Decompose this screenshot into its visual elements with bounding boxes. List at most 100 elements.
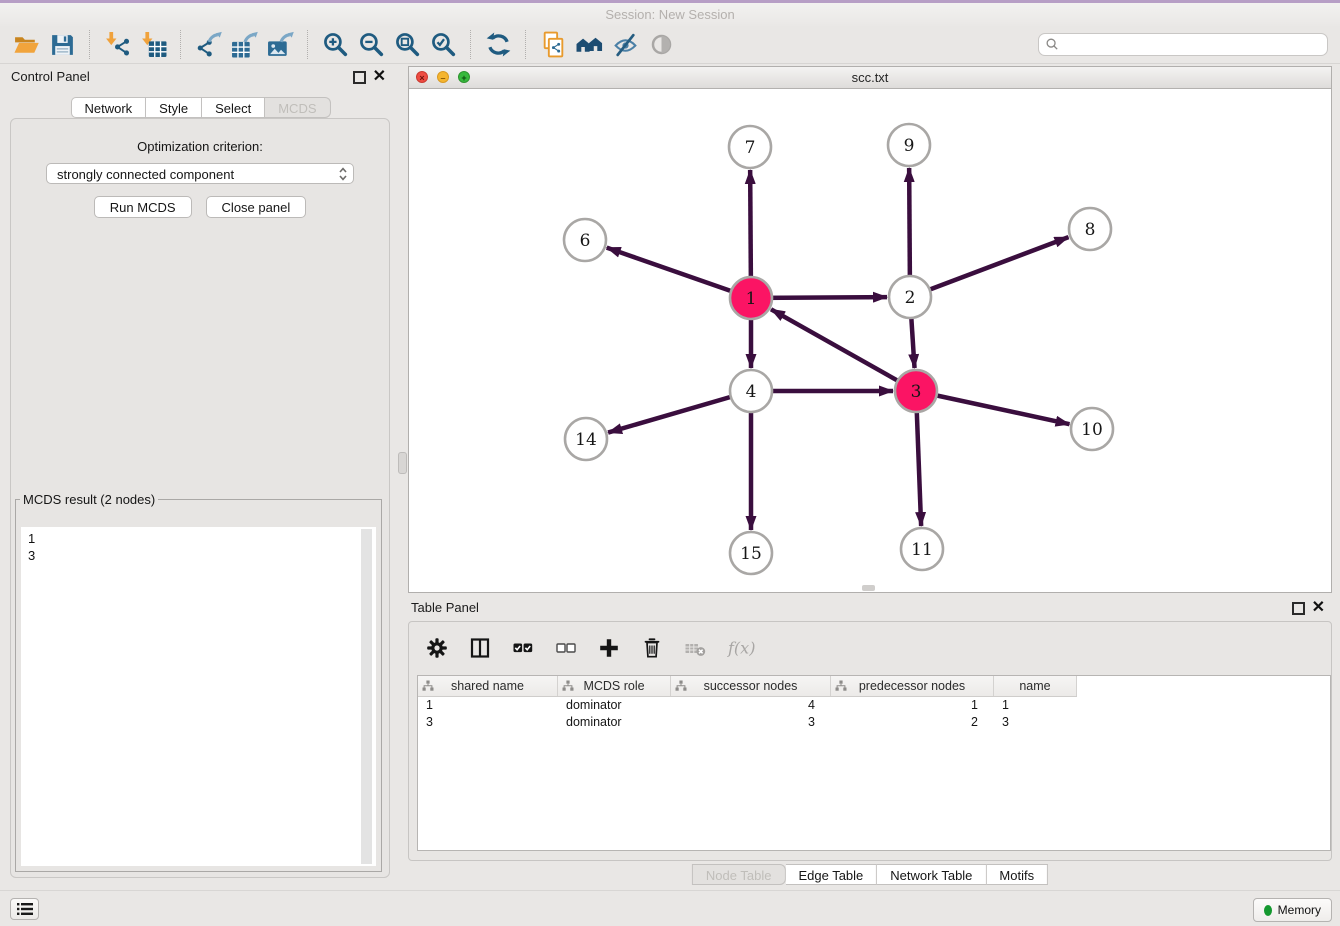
graph-node-label: 9 bbox=[904, 136, 915, 156]
result-scrollbar[interactable] bbox=[361, 529, 372, 864]
save-button[interactable] bbox=[44, 29, 80, 60]
close-icon[interactable]: ✕ bbox=[1312, 597, 1325, 619]
tab-network[interactable]: Network bbox=[70, 97, 146, 118]
show-graphics-details-button bbox=[643, 29, 679, 60]
table-cell: dominator bbox=[558, 714, 671, 731]
add-button[interactable] bbox=[598, 637, 620, 659]
maximize-window-icon[interactable]: + bbox=[458, 71, 470, 83]
gear-button[interactable] bbox=[426, 637, 448, 659]
function-button: f(x) bbox=[727, 637, 759, 659]
table-rows: 1dominator4113dominator323 bbox=[418, 697, 1330, 731]
column-header-label: MCDS role bbox=[583, 679, 644, 693]
network-view-window: × – + scc.txt 7 9 6 8 1 2 4 3 14 10 15 11 bbox=[408, 66, 1332, 593]
graph-edge-1-6[interactable] bbox=[607, 248, 751, 298]
criterion-select[interactable]: strongly connected component bbox=[46, 163, 354, 184]
graph-edge-2-8[interactable] bbox=[910, 237, 1068, 297]
table-row[interactable]: 3dominator323 bbox=[418, 714, 1330, 731]
tab-style[interactable]: Style bbox=[146, 97, 202, 118]
zoom-fit-button[interactable] bbox=[389, 29, 425, 60]
delete-table-icon bbox=[684, 637, 706, 659]
deselect-all-button[interactable] bbox=[555, 637, 577, 659]
graph-node-label: 8 bbox=[1085, 220, 1096, 240]
open-folder-button[interactable] bbox=[8, 29, 44, 60]
export-table-icon bbox=[231, 31, 258, 58]
graph-node-3[interactable]: 3 bbox=[895, 370, 937, 412]
column-header-label: successor nodes bbox=[704, 679, 798, 693]
network-window-title: scc.txt bbox=[852, 70, 889, 85]
mcds-tab-content: Optimization criterion: strongly connect… bbox=[10, 118, 390, 878]
refresh-layout-button[interactable] bbox=[480, 29, 516, 60]
tab-node-table[interactable]: Node Table bbox=[692, 864, 786, 885]
close-icon[interactable]: ✕ bbox=[373, 66, 386, 88]
graph-edge-4-14[interactable] bbox=[608, 391, 751, 433]
graph-node-9[interactable]: 9 bbox=[888, 124, 930, 166]
delete-button[interactable] bbox=[641, 637, 663, 659]
close-window-icon[interactable]: × bbox=[416, 71, 428, 83]
zoom-selected-button[interactable] bbox=[425, 29, 461, 60]
zoom-selected-icon bbox=[430, 31, 457, 58]
splitter-grip-horizontal[interactable] bbox=[862, 585, 875, 591]
column-header-name[interactable]: name bbox=[994, 676, 1077, 696]
select-all-button[interactable] bbox=[512, 637, 534, 659]
column-header-successor-nodes[interactable]: successor nodes bbox=[671, 676, 831, 696]
table-cell: 3 bbox=[994, 714, 1077, 731]
panel-list-button[interactable] bbox=[10, 898, 39, 920]
graph-node-8[interactable]: 8 bbox=[1069, 208, 1111, 250]
graph-node-1[interactable]: 1 bbox=[730, 277, 772, 319]
graph-edge-3-10[interactable] bbox=[916, 391, 1070, 424]
search-input[interactable] bbox=[1060, 35, 1327, 55]
graph-node-label: 14 bbox=[575, 430, 597, 450]
mcds-result-area[interactable]: 1 3 bbox=[21, 527, 376, 866]
minimize-window-icon[interactable]: – bbox=[437, 71, 449, 83]
graph-node-11[interactable]: 11 bbox=[901, 528, 943, 570]
column-header-MCDS-role[interactable]: MCDS role bbox=[558, 676, 671, 696]
table-cell: 2 bbox=[831, 714, 994, 731]
graph-node-15[interactable]: 15 bbox=[730, 532, 772, 574]
float-window-icon[interactable] bbox=[1292, 602, 1305, 615]
export-table-button[interactable] bbox=[226, 29, 262, 60]
tab-mcds[interactable]: MCDS bbox=[265, 97, 330, 118]
network-window-titlebar[interactable]: × – + scc.txt bbox=[409, 67, 1331, 89]
graph-edge-3-1[interactable] bbox=[771, 309, 916, 391]
function-icon: f(x) bbox=[727, 637, 759, 659]
graph-node-2[interactable]: 2 bbox=[889, 276, 931, 318]
memory-button[interactable]: Memory bbox=[1253, 898, 1332, 922]
close-panel-button[interactable]: Close panel bbox=[206, 196, 307, 218]
column-header-predecessor-nodes[interactable]: predecessor nodes bbox=[831, 676, 994, 696]
import-table-button[interactable] bbox=[135, 29, 171, 60]
import-network-button[interactable] bbox=[99, 29, 135, 60]
search-field[interactable] bbox=[1038, 33, 1328, 56]
network-canvas[interactable]: 7 9 6 8 1 2 4 3 14 10 15 11 bbox=[409, 89, 1331, 592]
graph-node-7[interactable]: 7 bbox=[729, 126, 771, 168]
graph-node-label: 1 bbox=[746, 289, 757, 309]
toolbar-items bbox=[8, 29, 679, 60]
column-header-shared-name[interactable]: shared name bbox=[418, 676, 558, 696]
run-mcds-button[interactable]: Run MCDS bbox=[94, 196, 192, 218]
table-row[interactable]: 1dominator411 bbox=[418, 697, 1330, 714]
document-network-button[interactable] bbox=[535, 29, 571, 60]
tab-select[interactable]: Select bbox=[202, 97, 265, 118]
graph-node-6[interactable]: 6 bbox=[564, 219, 606, 261]
control-panel-tabs: NetworkStyleSelectMCDS bbox=[70, 97, 330, 118]
graph-node-14[interactable]: 14 bbox=[565, 418, 607, 460]
tab-network-table[interactable]: Network Table bbox=[877, 864, 986, 885]
zoom-in-button[interactable] bbox=[317, 29, 353, 60]
float-window-icon[interactable] bbox=[353, 71, 366, 84]
columns-button[interactable] bbox=[469, 637, 491, 659]
hide-graphics-details-button[interactable] bbox=[607, 29, 643, 60]
splitter-grip-vertical[interactable] bbox=[398, 452, 407, 474]
graph-node-10[interactable]: 10 bbox=[1071, 408, 1113, 450]
optimization-criterion-label: Optimization criterion: bbox=[11, 139, 389, 154]
export-image-icon bbox=[267, 31, 294, 58]
select-stepper-icon bbox=[338, 166, 348, 182]
main-toolbar bbox=[0, 26, 1340, 64]
houses-button[interactable] bbox=[571, 29, 607, 60]
zoom-out-button[interactable] bbox=[353, 29, 389, 60]
graph-node-label: 3 bbox=[911, 382, 922, 402]
mcds-result-title: MCDS result (2 nodes) bbox=[20, 492, 158, 507]
tab-edge-table[interactable]: Edge Table bbox=[785, 864, 877, 885]
graph-node-4[interactable]: 4 bbox=[730, 370, 772, 412]
export-network-button[interactable] bbox=[190, 29, 226, 60]
export-image-button[interactable] bbox=[262, 29, 298, 60]
tab-motifs[interactable]: Motifs bbox=[986, 864, 1048, 885]
